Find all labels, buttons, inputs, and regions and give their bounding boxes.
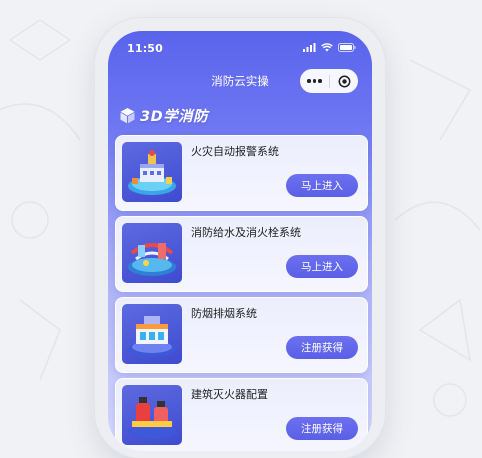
battery-icon (338, 43, 356, 52)
course-title: 消防给水及消火栓系统 (191, 226, 301, 239)
status-icons (303, 43, 356, 52)
more-icon[interactable] (300, 79, 329, 83)
course-card[interactable]: 火灾自动报警系统 马上进入 (115, 135, 368, 211)
cube-icon (120, 108, 135, 124)
course-card[interactable]: 防烟排烟系统 注册获得 (115, 297, 368, 373)
course-thumbnail-water (122, 223, 182, 283)
signal-icon (303, 43, 316, 52)
register-button[interactable]: 注册获得 (286, 336, 358, 359)
course-title: 防烟排烟系统 (191, 307, 257, 320)
status-bar: 11:50 (108, 31, 372, 65)
course-thumbnail-extinguisher (122, 385, 182, 445)
enter-button[interactable]: 马上进入 (286, 174, 358, 197)
phone-screen: 11:50 消防云实操 3D学消防 火灾自动报警系统 马上进入 消防给水及消火栓… (108, 31, 372, 451)
target-icon[interactable] (330, 75, 358, 88)
course-thumbnail-alarm (122, 142, 182, 202)
enter-button[interactable]: 马上进入 (286, 255, 358, 278)
course-title: 建筑灭火器配置 (191, 388, 268, 401)
nav-bar: 消防云实操 (108, 67, 372, 95)
brand-header: 3D学消防 (119, 105, 208, 126)
course-card[interactable]: 建筑灭火器配置 注册获得 (115, 378, 368, 451)
course-title: 火灾自动报警系统 (191, 145, 279, 158)
course-thumbnail-smoke (122, 304, 182, 364)
course-card[interactable]: 消防给水及消火栓系统 马上进入 (115, 216, 368, 292)
wifi-icon (321, 43, 333, 52)
mini-program-capsule (300, 69, 358, 93)
brand-title: 3D学消防 (140, 109, 209, 125)
status-time: 11:50 (127, 42, 164, 55)
